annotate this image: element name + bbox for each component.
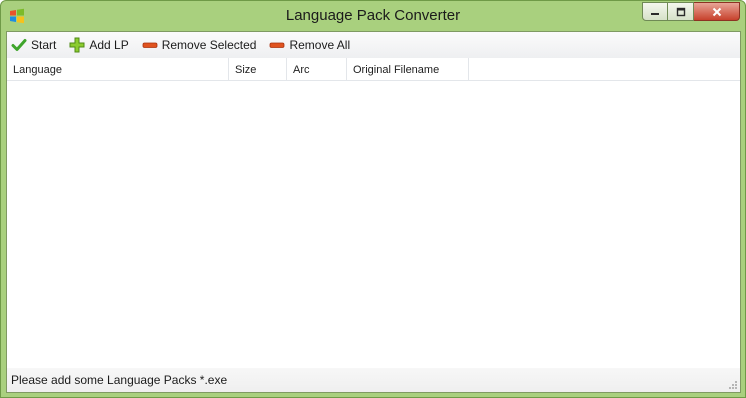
add-lp-button[interactable]: Add LP [65,34,133,56]
column-header-size[interactable]: Size [229,58,287,80]
remove-all-button[interactable]: Remove All [265,34,355,56]
window-title: Language Pack Converter [285,7,461,24]
start-label: Start [31,38,57,52]
toolbar: Start Add LP Remove Selected Remove All [7,32,740,58]
title-bar[interactable]: Language Pack Converter [1,1,745,31]
resize-grip-icon[interactable] [728,380,738,390]
caption-buttons [642,2,740,22]
remove-all-label: Remove All [289,38,351,52]
status-text: Please add some Language Packs *.exe [11,373,228,387]
status-bar: Please add some Language Packs *.exe [7,368,740,392]
minimize-icon [651,12,659,15]
maximize-button[interactable] [668,2,694,21]
start-button[interactable]: Start [7,34,61,56]
maximize-icon [676,7,685,16]
app-window: Language Pack Converter Start Add LP Rem… [0,0,746,398]
list-body[interactable] [7,81,740,368]
language-pack-list[interactable]: Language Size Arc Original Filename [7,58,740,368]
remove-selected-label: Remove Selected [161,38,257,52]
close-icon [712,7,721,16]
client-area: Start Add LP Remove Selected Remove All [6,31,741,393]
close-button[interactable] [694,2,740,21]
minus-icon [270,42,285,48]
plus-icon [69,37,85,53]
minus-icon [142,42,158,48]
column-header-language[interactable]: Language [7,58,229,80]
minimize-button[interactable] [642,2,668,21]
column-header-arc[interactable]: Arc [287,58,347,80]
remove-selected-button[interactable]: Remove Selected [138,34,262,56]
list-header: Language Size Arc Original Filename [7,58,740,81]
add-lp-label: Add LP [89,38,129,52]
column-header-original-filename[interactable]: Original Filename [347,58,469,80]
checkmark-icon [11,39,27,51]
